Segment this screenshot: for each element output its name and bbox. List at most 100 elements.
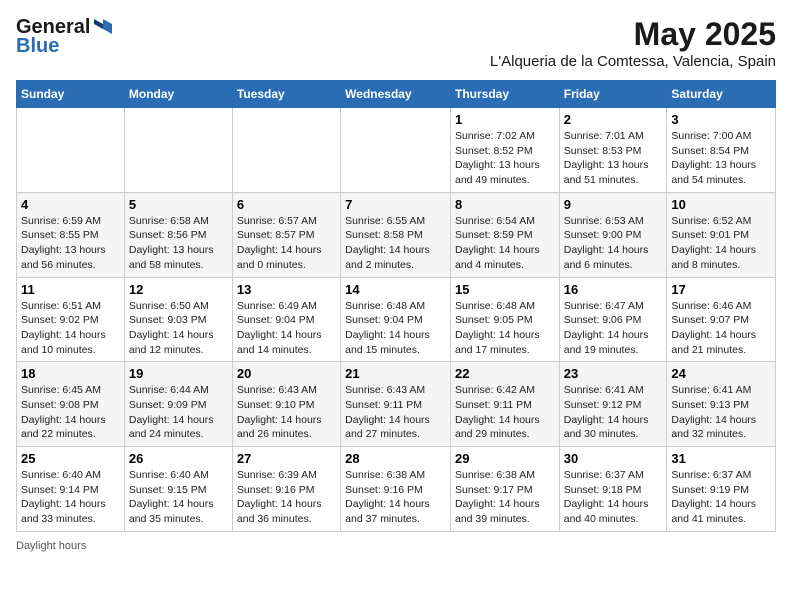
day-number: 19 [129,366,228,381]
calendar-cell [341,108,451,193]
calendar-cell: 31Sunrise: 6:37 AM Sunset: 9:19 PM Dayli… [667,447,776,532]
daylight-label: Daylight hours [16,540,86,552]
calendar-cell [124,108,232,193]
calendar-header-row: SundayMondayTuesdayWednesdayThursdayFrid… [17,81,776,108]
day-info: Sunrise: 6:40 AM Sunset: 9:15 PM Dayligh… [129,468,228,527]
calendar-cell: 12Sunrise: 6:50 AM Sunset: 9:03 PM Dayli… [124,277,232,362]
day-number: 25 [21,451,120,466]
day-info: Sunrise: 6:37 AM Sunset: 9:19 PM Dayligh… [671,468,771,527]
day-info: Sunrise: 6:43 AM Sunset: 9:11 PM Dayligh… [345,383,446,442]
day-info: Sunrise: 6:40 AM Sunset: 9:14 PM Dayligh… [21,468,120,527]
day-number: 26 [129,451,228,466]
calendar-cell: 26 Sunrise: 6:40 AM Sunset: 9:15 PM Dayli… [124,447,232,532]
day-number: 16 [564,282,663,297]
calendar-cell: 22Sunrise: 6:42 AM Sunset: 9:11 PM Dayli… [450,362,559,447]
day-info: Sunrise: 6:49 AM Sunset: 9:04 PM Dayligh… [237,299,336,358]
logo: General Blue [16,16,114,58]
calendar-row: 18 Sunrise: 6:45 AM Sunset: 9:08 PM Dayli… [17,362,776,447]
day-number: 2 [564,112,663,127]
day-number: 14 [345,282,446,297]
calendar-cell: 16 Sunrise: 6:47 AM Sunset: 9:06 PM Dayli… [559,277,667,362]
day-info: Sunrise: 6:41 AM Sunset: 9:13 PM Dayligh… [671,383,771,442]
calendar-row: 1Sunrise: 7:02 AM Sunset: 8:52 PM Daylig… [17,108,776,193]
column-header-friday: Friday [559,81,667,108]
calendar-cell: 3Sunrise: 7:00 AM Sunset: 8:54 PM Daylig… [667,108,776,193]
calendar-cell: 18 Sunrise: 6:45 AM Sunset: 9:08 PM Dayli… [17,362,125,447]
day-number: 28 [345,451,446,466]
calendar-cell: 5 Sunrise: 6:58 AM Sunset: 8:56 PM Daylig… [124,192,232,277]
day-number: 29 [455,451,555,466]
day-info: Sunrise: 6:37 AM Sunset: 9:18 PM Dayligh… [564,468,663,527]
title-section: May 2025 L'Alqueria de la Comtessa, Vale… [490,16,776,70]
day-number: 7 [345,197,446,212]
calendar-cell: 9 Sunrise: 6:53 AM Sunset: 9:00 PM Daylig… [559,192,667,277]
logo-blue: Blue [16,35,59,58]
column-header-sunday: Sunday [17,81,125,108]
calendar-cell: 23Sunrise: 6:41 AM Sunset: 9:12 PM Dayli… [559,362,667,447]
day-number: 21 [345,366,446,381]
day-info: Sunrise: 6:46 AM Sunset: 9:07 PM Dayligh… [671,299,771,358]
day-info: Sunrise: 6:53 AM Sunset: 9:00 PM Dayligh… [564,214,663,273]
month-title: May 2025 [490,16,776,53]
column-header-wednesday: Wednesday [341,81,451,108]
day-number: 12 [129,282,228,297]
calendar-cell: 30 Sunrise: 6:37 AM Sunset: 9:18 PM Dayli… [559,447,667,532]
day-number: 15 [455,282,555,297]
calendar-row: 25 Sunrise: 6:40 AM Sunset: 9:14 PM Dayli… [17,447,776,532]
day-info: Sunrise: 6:48 AM Sunset: 9:04 PM Dayligh… [345,299,446,358]
calendar-cell: 25 Sunrise: 6:40 AM Sunset: 9:14 PM Dayli… [17,447,125,532]
footer: Daylight hours [16,540,776,552]
day-info: Sunrise: 6:39 AM Sunset: 9:16 PM Dayligh… [237,468,336,527]
calendar-cell: 28 Sunrise: 6:38 AM Sunset: 9:16 PM Dayli… [341,447,451,532]
calendar-cell: 21 Sunrise: 6:43 AM Sunset: 9:11 PM Dayli… [341,362,451,447]
calendar-row: 4 Sunrise: 6:59 AM Sunset: 8:55 PM Daylig… [17,192,776,277]
calendar-cell: 11 Sunrise: 6:51 AM Sunset: 9:02 PM Dayli… [17,277,125,362]
calendar-cell [232,108,340,193]
calendar-cell [17,108,125,193]
calendar-cell: 6Sunrise: 6:57 AM Sunset: 8:57 PM Daylig… [232,192,340,277]
day-number: 9 [564,197,663,212]
calendar-cell: 20 Sunrise: 6:43 AM Sunset: 9:10 PM Dayli… [232,362,340,447]
calendar-cell: 1Sunrise: 7:02 AM Sunset: 8:52 PM Daylig… [450,108,559,193]
column-header-monday: Monday [124,81,232,108]
day-info: Sunrise: 7:00 AM Sunset: 8:54 PM Dayligh… [671,129,771,188]
calendar-cell: 10 Sunrise: 6:52 AM Sunset: 9:01 PM Dayli… [667,192,776,277]
calendar-cell: 15Sunrise: 6:48 AM Sunset: 9:05 PM Dayli… [450,277,559,362]
day-number: 22 [455,366,555,381]
day-info: Sunrise: 6:59 AM Sunset: 8:55 PM Dayligh… [21,214,120,273]
day-info: Sunrise: 6:38 AM Sunset: 9:16 PM Dayligh… [345,468,446,527]
day-info: Sunrise: 6:52 AM Sunset: 9:01 PM Dayligh… [671,214,771,273]
page-header: General Blue May 2025 L'Alqueria de la C… [16,16,776,70]
day-info: Sunrise: 6:43 AM Sunset: 9:10 PM Dayligh… [237,383,336,442]
day-info: Sunrise: 6:55 AM Sunset: 8:58 PM Dayligh… [345,214,446,273]
day-number: 20 [237,366,336,381]
day-number: 27 [237,451,336,466]
day-info: Sunrise: 6:58 AM Sunset: 8:56 PM Dayligh… [129,214,228,273]
day-info: Sunrise: 6:51 AM Sunset: 9:02 PM Dayligh… [21,299,120,358]
day-number: 10 [671,197,771,212]
calendar-cell: 27 Sunrise: 6:39 AM Sunset: 9:16 PM Dayli… [232,447,340,532]
day-number: 11 [21,282,120,297]
calendar-cell: 7 Sunrise: 6:55 AM Sunset: 8:58 PM Daylig… [341,192,451,277]
day-info: Sunrise: 6:44 AM Sunset: 9:09 PM Dayligh… [129,383,228,442]
logo-flag-icon [92,17,114,39]
day-info: Sunrise: 6:57 AM Sunset: 8:57 PM Dayligh… [237,214,336,273]
calendar-cell: 17 Sunrise: 6:46 AM Sunset: 9:07 PM Dayli… [667,277,776,362]
day-number: 30 [564,451,663,466]
day-number: 17 [671,282,771,297]
location-title: L'Alqueria de la Comtessa, Valencia, Spa… [490,53,776,70]
day-number: 18 [21,366,120,381]
calendar-cell: 4 Sunrise: 6:59 AM Sunset: 8:55 PM Daylig… [17,192,125,277]
day-number: 4 [21,197,120,212]
day-info: Sunrise: 6:45 AM Sunset: 9:08 PM Dayligh… [21,383,120,442]
day-info: Sunrise: 6:38 AM Sunset: 9:17 PM Dayligh… [455,468,555,527]
calendar-table: SundayMondayTuesdayWednesdayThursdayFrid… [16,80,776,532]
column-header-thursday: Thursday [450,81,559,108]
day-number: 13 [237,282,336,297]
day-number: 5 [129,197,228,212]
calendar-cell: 14 Sunrise: 6:48 AM Sunset: 9:04 PM Dayli… [341,277,451,362]
day-info: Sunrise: 6:47 AM Sunset: 9:06 PM Dayligh… [564,299,663,358]
calendar-row: 11 Sunrise: 6:51 AM Sunset: 9:02 PM Dayli… [17,277,776,362]
calendar-cell: 13 Sunrise: 6:49 AM Sunset: 9:04 PM Dayli… [232,277,340,362]
day-number: 24 [671,366,771,381]
